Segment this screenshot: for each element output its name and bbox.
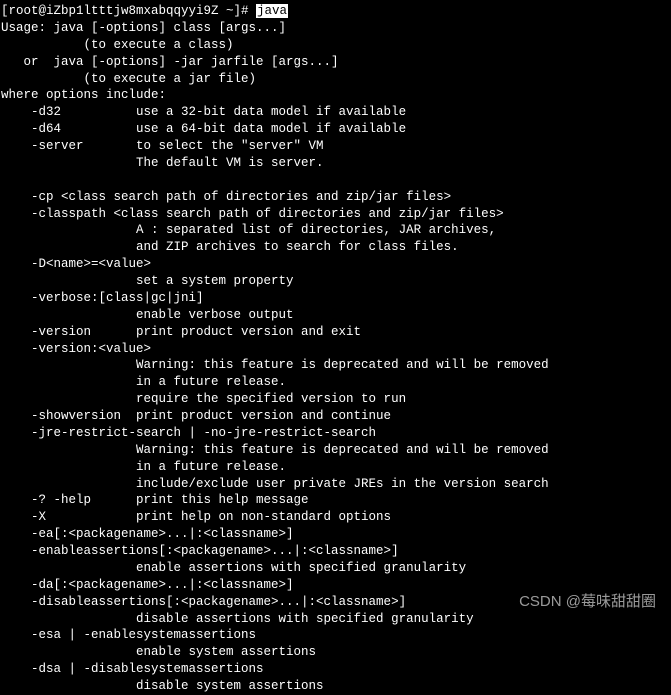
output-body: Usage: java [-options] class [args...] (… — [1, 21, 549, 693]
shell-prompt: [root@iZbp1ltttjw8mxabqqyyi9Z ~]# — [1, 4, 256, 18]
typed-command[interactable]: java — [256, 4, 288, 18]
terminal-output: [root@iZbp1ltttjw8mxabqqyyi9Z ~]# java U… — [1, 3, 670, 695]
